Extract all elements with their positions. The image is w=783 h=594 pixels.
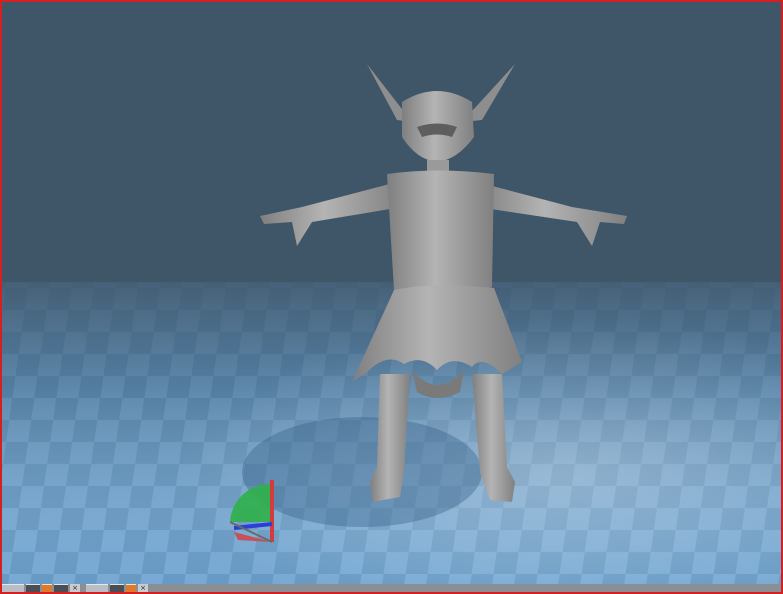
close-icon[interactable]: × xyxy=(138,584,148,592)
app-icon[interactable] xyxy=(110,584,124,592)
window-thumbnail-icon[interactable] xyxy=(2,584,24,592)
close-icon[interactable]: × xyxy=(70,584,80,592)
app-icon[interactable] xyxy=(54,584,68,592)
3d-viewport[interactable]: × × xyxy=(0,0,783,594)
character-shadow xyxy=(242,417,482,527)
taskbar: × × xyxy=(2,584,781,592)
window-thumbnail-icon[interactable] xyxy=(86,584,108,592)
tunic-torso xyxy=(387,170,494,293)
scene-canvas[interactable] xyxy=(2,2,781,592)
tool-icon[interactable] xyxy=(126,584,136,592)
tool-icon[interactable] xyxy=(42,584,52,592)
folder-icon[interactable] xyxy=(26,584,40,592)
